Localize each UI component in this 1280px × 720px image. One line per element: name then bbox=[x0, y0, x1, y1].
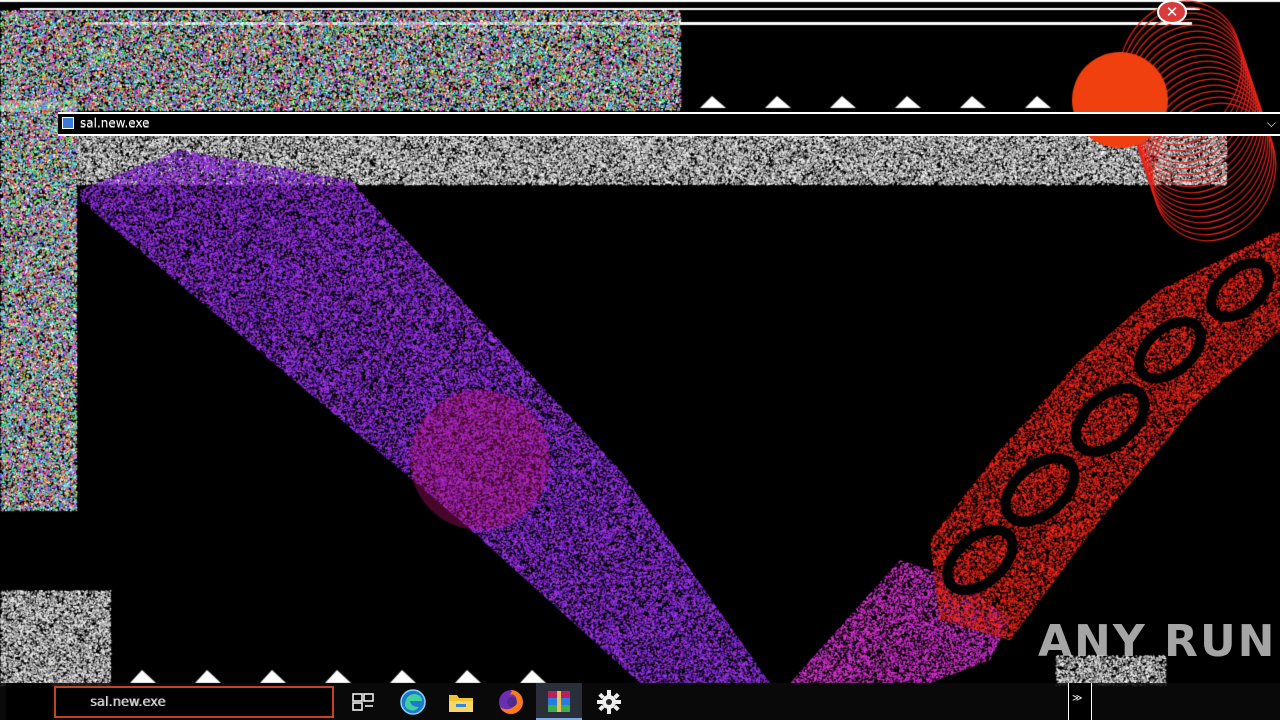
file-explorer-icon[interactable] bbox=[446, 687, 476, 717]
chevron-down-icon[interactable]: ⌵ bbox=[1267, 114, 1276, 132]
firefox-icon[interactable] bbox=[496, 687, 526, 717]
winrar-icon[interactable] bbox=[544, 687, 574, 717]
window-title: sal.new.exe bbox=[80, 116, 150, 130]
edge-icon[interactable] bbox=[398, 687, 428, 717]
anyrun-watermark: ANY RUN bbox=[1038, 608, 1275, 672]
search-input[interactable]: sal.new.exe bbox=[54, 686, 334, 718]
watermark-text: ANY RUN bbox=[1038, 616, 1277, 667]
app-icon bbox=[62, 117, 74, 129]
tray-text: ≫ bbox=[1072, 693, 1083, 704]
system-tray[interactable]: ≫ bbox=[1068, 683, 1092, 720]
settings-gear-icon[interactable] bbox=[594, 687, 624, 717]
start-button[interactable] bbox=[6, 683, 52, 720]
window-titlebar[interactable]: sal.new.exe ⌵ bbox=[58, 112, 1280, 136]
close-icon[interactable]: ✕ bbox=[1157, 0, 1187, 24]
task-view-icon[interactable] bbox=[348, 687, 378, 717]
search-input-text: sal.new.exe bbox=[90, 695, 166, 710]
taskbar: sal.new.exe ≫ bbox=[0, 683, 1280, 720]
